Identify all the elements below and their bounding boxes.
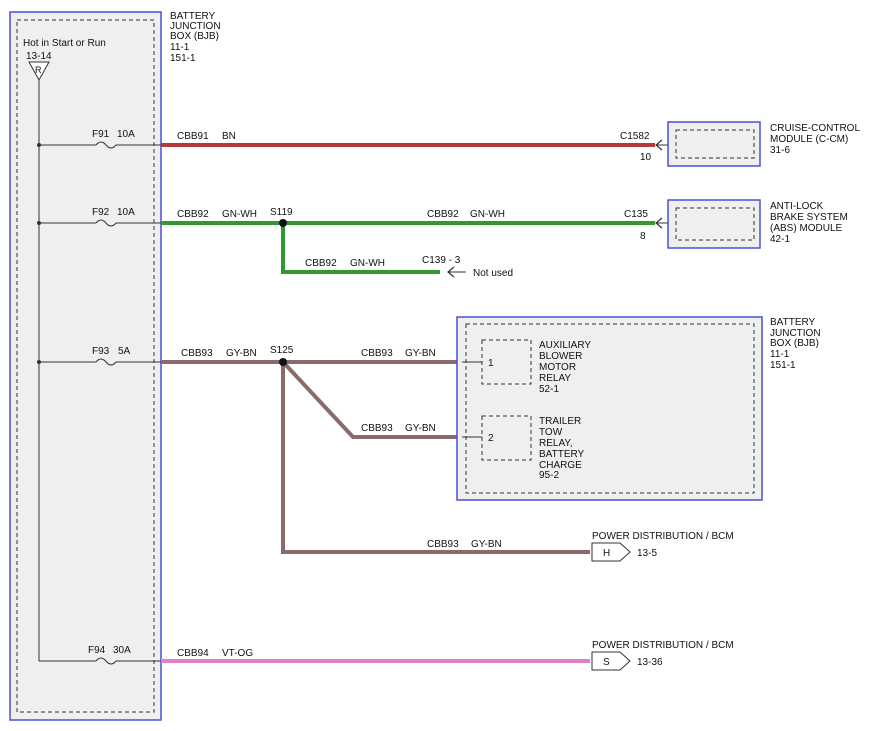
relay-aux-pin: 1 [488, 358, 494, 369]
wire-cbb93-b-circuit: CBB93 [361, 348, 393, 359]
pd-h-connector [591, 542, 631, 562]
wire-cbb92-b-circuit: CBB92 [427, 209, 459, 220]
pd-s-title: POWER DISTRIBUTION / BCM [592, 640, 734, 651]
relay-aux-line-4: RELAY [539, 373, 571, 384]
wire-cbb92-a-color: GN-WH [222, 209, 257, 220]
wire-cbb92-a-circuit: CBB92 [177, 209, 209, 220]
c139-name: C139 - 3 [422, 255, 461, 266]
bjb-left-box [9, 11, 162, 721]
fuse-f91-rating: 10A [117, 129, 135, 140]
relay-aux-line-2: BLOWER [539, 351, 582, 362]
hot-label: Hot in Start or Run [23, 38, 106, 49]
c1582-name: C1582 [620, 131, 650, 142]
abs-line-3: (ABS) MODULE [770, 223, 843, 234]
fuse-f94-rating: 30A [113, 645, 131, 656]
ccm-line-3: 31-6 [770, 145, 790, 156]
pd-h-letter: H [603, 548, 610, 559]
fuse-f91-id: F91 [92, 129, 110, 140]
hot-letter: R [35, 65, 42, 75]
fuse-f93-rating: 5A [118, 346, 131, 357]
relay-trailer-line-4: BATTERY [539, 449, 585, 460]
wire-cbb94-color: VT-OG [222, 648, 253, 659]
wire-cbb91-color: BN [222, 131, 236, 142]
wire-cbb93-c-circuit: CBB93 [361, 423, 393, 434]
pd-s-ref: 13-36 [637, 657, 663, 668]
abs-line-4: 42-1 [770, 234, 790, 245]
splice-s119-label: S119 [270, 207, 293, 218]
bjb-right-line-5: 151-1 [770, 360, 796, 371]
relay-trailer-line-6: 95-2 [539, 470, 559, 481]
splice-s125 [279, 358, 287, 366]
relay-aux-line-3: MOTOR [539, 362, 576, 373]
wire-cbb92-c-circuit: CBB92 [305, 258, 337, 269]
abs-line-1: ANTI-LOCK [770, 201, 824, 212]
relay-trailer-line-2: TOW [539, 427, 563, 438]
splice-s125-label: S125 [270, 345, 294, 356]
wire-cbb93-c-color: GY-BN [405, 423, 436, 434]
fuse-f92-rating: 10A [117, 207, 135, 218]
relay-aux-line-1: AUXILIARY [539, 340, 591, 351]
pd-s-letter: S [603, 657, 610, 668]
c139-note: Not used [473, 268, 513, 279]
pd-h-ref: 13-5 [637, 548, 657, 559]
fuse-f93-id: F93 [92, 346, 110, 357]
pd-h-title: POWER DISTRIBUTION / BCM [592, 531, 734, 542]
bjb-left-title-3: BOX (BJB) [170, 31, 219, 42]
abs-module [667, 199, 761, 249]
fuse-f94-id: F94 [88, 645, 106, 656]
bjb-right-box [456, 316, 763, 501]
wire-cbb92-b-color: GN-WH [470, 209, 505, 220]
ccm-line-1: CRUISE-CONTROL [770, 123, 860, 134]
bjb-left-title-4: 11-1 [170, 42, 190, 53]
pd-s-connector [591, 651, 631, 671]
cruise-control-module [667, 121, 761, 167]
fuse-f92-id: F92 [92, 207, 110, 218]
wire-cbb92-c-color: GN-WH [350, 258, 385, 269]
wire-cbb94-circuit: CBB94 [177, 648, 209, 659]
hot-ref: 13-14 [26, 51, 52, 62]
bjb-right-line-3: BOX (BJB) [770, 338, 819, 349]
splice-s119 [279, 219, 287, 227]
abs-line-2: BRAKE SYSTEM [770, 212, 848, 223]
wire-cbb93-a-color: GY-BN [226, 348, 257, 359]
c135-pin: 8 [640, 231, 646, 242]
wire-cbb93-a-circuit: CBB93 [181, 348, 213, 359]
relay-trailer-line-3: RELAY, [539, 438, 573, 449]
wire-cbb93-b-color: GY-BN [405, 348, 436, 359]
relay-aux-line-5: 52-1 [539, 384, 559, 395]
ccm-line-2: MODULE (C-CM) [770, 134, 848, 145]
wire-cbb93-d-circuit: CBB93 [427, 539, 459, 550]
c135-name: C135 [624, 209, 648, 220]
bjb-right-line-1: BATTERY [770, 317, 816, 328]
wire-cbb91-circuit: CBB91 [177, 131, 209, 142]
bjb-left-title-5: 151-1 [170, 53, 196, 64]
relay-trailer-pin: 2 [488, 433, 494, 444]
wire-cbb93-d-color: GY-BN [471, 539, 502, 550]
c1582-pin: 10 [640, 152, 652, 163]
wiring-diagram: BATTERY JUNCTION BOX (BJB) 11-1 151-1 Ho… [9, 11, 860, 721]
relay-trailer-line-1: TRAILER [539, 416, 581, 427]
bjb-right-line-4: 11-1 [770, 349, 790, 360]
